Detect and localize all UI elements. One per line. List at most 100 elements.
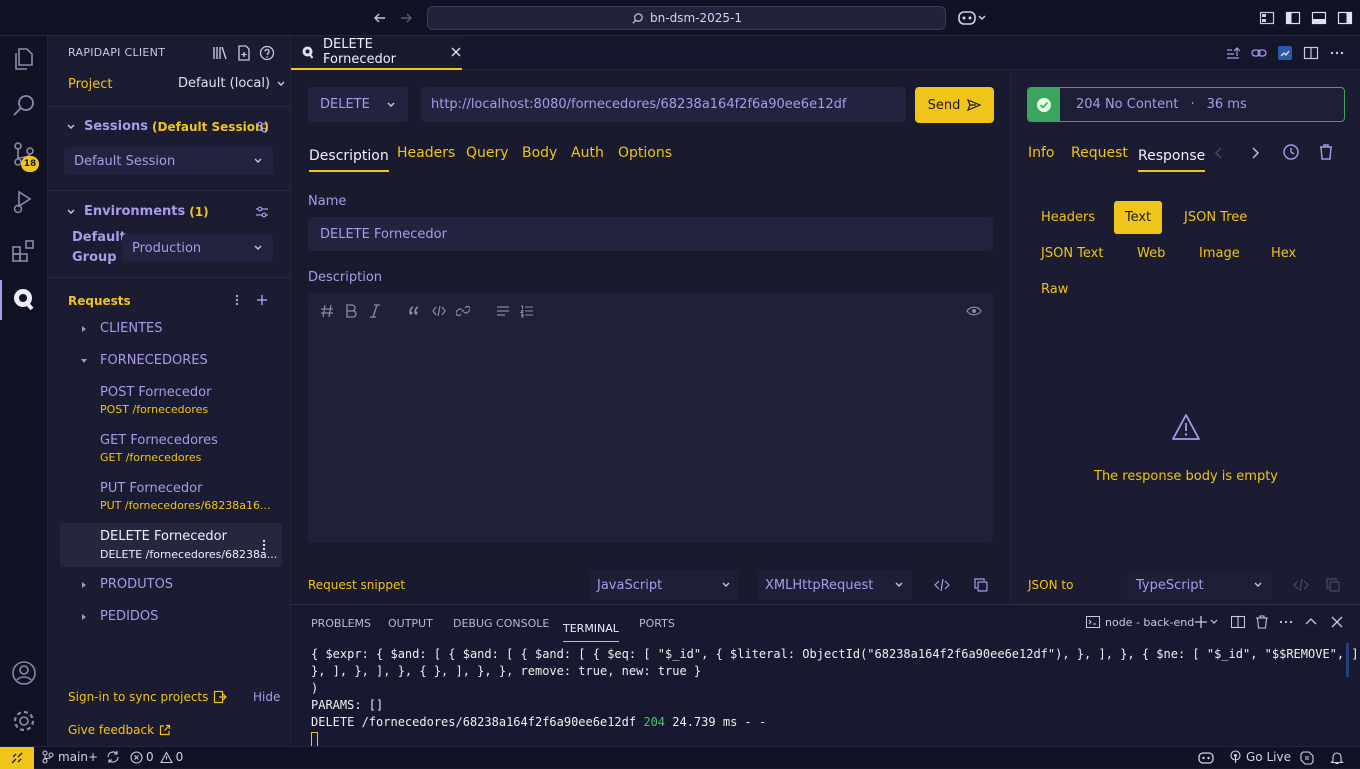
description-editor[interactable] [308, 293, 993, 543]
project-select[interactable]: Default (local) [178, 76, 286, 91]
explorer-icon[interactable] [11, 46, 37, 72]
request-item-post[interactable]: POST Fornecedor POST /fornecedores [100, 385, 211, 416]
layout-controls-icon[interactable] [1259, 10, 1275, 26]
list-icon[interactable] [496, 304, 520, 318]
library-icon[interactable] [212, 45, 228, 61]
toggle-secondary-sidebar-icon[interactable] [1337, 10, 1353, 26]
signin-link[interactable]: Sign-in to sync projects [68, 690, 228, 704]
more-actions-icon[interactable] [258, 538, 270, 552]
bold-icon[interactable] [344, 304, 368, 318]
add-request-icon[interactable] [255, 293, 269, 307]
panel-tab-problems[interactable]: PROBLEMS [311, 617, 371, 630]
problems-indicator[interactable]: 0 0 [130, 750, 183, 764]
heading-icon[interactable] [320, 304, 344, 318]
format-web[interactable]: Web [1137, 246, 1165, 261]
name-input[interactable]: DELETE Fornecedor [308, 217, 993, 251]
link-icon[interactable] [1251, 45, 1267, 61]
go-live-button[interactable]: Go Live [1229, 750, 1291, 764]
add-terminal-icon[interactable] [1194, 615, 1218, 629]
format-hex[interactable]: Hex [1271, 246, 1296, 261]
copy-icon[interactable] [974, 578, 988, 592]
tab-options[interactable]: Options [618, 145, 672, 161]
command-center-search[interactable]: bn-dsm-2025-1 [427, 6, 946, 30]
format-json-tree[interactable]: JSON Tree [1184, 210, 1247, 225]
request-item-get[interactable]: GET Fornecedores GET /fornecedores [100, 433, 218, 464]
remote-indicator-icon[interactable] [0, 747, 34, 769]
branch-indicator[interactable]: main+ [42, 750, 120, 764]
environments-header[interactable]: Environments (1) [84, 204, 209, 219]
code-icon[interactable] [934, 578, 950, 592]
tree-group-produtos[interactable]: PRODUTOS [80, 577, 173, 592]
request-item-put[interactable]: PUT Fornecedor PUT /fornecedores/68238a1… [100, 481, 271, 512]
tab-headers[interactable]: Headers [397, 145, 455, 161]
help-icon[interactable] [259, 45, 275, 61]
url-input[interactable]: http://localhost:8080/fornecedores/68238… [421, 87, 906, 122]
request-item-delete[interactable]: DELETE Fornecedor DELETE /fornecedores/6… [60, 523, 282, 567]
sync-icon[interactable] [106, 750, 120, 764]
filter-settings-icon[interactable] [255, 205, 269, 219]
feedback-link[interactable]: Give feedback [68, 723, 171, 737]
notifications-bell-icon[interactable] [1330, 751, 1344, 765]
code-icon[interactable] [432, 304, 456, 318]
collapse-chevron-icon[interactable] [66, 122, 76, 132]
method-select[interactable]: DELETE [308, 87, 408, 122]
tree-group-fornecedores[interactable]: FORNECEDORES [80, 353, 208, 368]
send-button[interactable]: Send [915, 87, 994, 123]
toggle-panel-icon[interactable] [1311, 10, 1327, 26]
extensions-icon[interactable] [11, 237, 37, 263]
json-to-language-select[interactable]: TypeScript [1127, 570, 1272, 600]
new-file-icon[interactable] [236, 45, 252, 61]
copy-icon[interactable] [1326, 578, 1340, 592]
snippet-language-select[interactable]: JavaScript [589, 570, 739, 600]
run-debug-icon[interactable] [11, 189, 37, 215]
tab-auth[interactable]: Auth [571, 145, 604, 161]
session-select[interactable]: Default Session [64, 147, 273, 175]
tab-request[interactable]: Request [1071, 145, 1128, 161]
account-icon[interactable] [11, 660, 37, 686]
format-text-button[interactable]: Text [1114, 201, 1162, 234]
forward-arrow-icon[interactable] [398, 10, 414, 26]
sessions-header[interactable]: Sessions (Default Session) [84, 119, 269, 134]
close-icon[interactable] [450, 46, 462, 58]
format-raw[interactable]: Raw [1041, 282, 1068, 297]
collapse-chevron-icon[interactable] [66, 207, 76, 217]
compare-icon[interactable] [1277, 45, 1293, 61]
italic-icon[interactable] [368, 304, 408, 318]
tab-query[interactable]: Query [466, 145, 509, 161]
close-icon[interactable] [1330, 615, 1344, 629]
trash-icon[interactable] [1318, 143, 1334, 161]
more-actions-icon[interactable] [1329, 45, 1345, 61]
tree-group-pedidos[interactable]: PEDIDOS [80, 609, 158, 624]
panel-tab-debug-console[interactable]: DEBUG CONSOLE [453, 617, 549, 630]
more-actions-icon[interactable] [230, 293, 244, 307]
panel-tab-output[interactable]: OUTPUT [388, 617, 433, 630]
filter-settings-icon[interactable] [255, 120, 269, 134]
maximize-panel-icon[interactable] [1304, 615, 1318, 629]
copilot-icon[interactable] [1198, 751, 1214, 765]
panel-tab-terminal[interactable]: TERMINAL [563, 617, 619, 642]
copilot-icon[interactable] [958, 9, 988, 27]
history-icon[interactable] [1282, 143, 1300, 161]
tree-group-clientes[interactable]: CLIENTES [80, 321, 163, 336]
search-view-icon[interactable] [11, 93, 37, 119]
preview-eye-icon[interactable] [966, 304, 982, 318]
rapidapi-client-icon[interactable] [11, 286, 37, 312]
toggle-sidebar-icon[interactable] [1285, 10, 1301, 26]
upload-icon[interactable] [1225, 45, 1241, 61]
chevron-left-icon[interactable] [1213, 146, 1225, 160]
environment-select[interactable]: Production [122, 234, 273, 262]
link-icon[interactable] [456, 304, 496, 318]
format-json-text[interactable]: JSON Text [1041, 246, 1103, 261]
back-arrow-icon[interactable] [372, 10, 388, 26]
tab-delete-fornecedor[interactable]: DELETE Fornecedor [291, 36, 462, 70]
split-terminal-icon[interactable] [1231, 615, 1245, 629]
ordered-list-icon[interactable] [520, 304, 544, 318]
scrollbar[interactable] [1346, 643, 1349, 677]
tab-description[interactable]: Description [309, 145, 389, 172]
more-actions-icon[interactable] [1279, 615, 1293, 629]
hide-button[interactable]: Hide [253, 690, 280, 704]
tab-response[interactable]: Response [1138, 145, 1206, 172]
format-image[interactable]: Image [1199, 246, 1240, 261]
terminal-output[interactable]: { $expr: { $and: [ { $and: [ { $and: [ {… [311, 646, 1360, 747]
split-editor-icon[interactable] [1303, 45, 1319, 61]
